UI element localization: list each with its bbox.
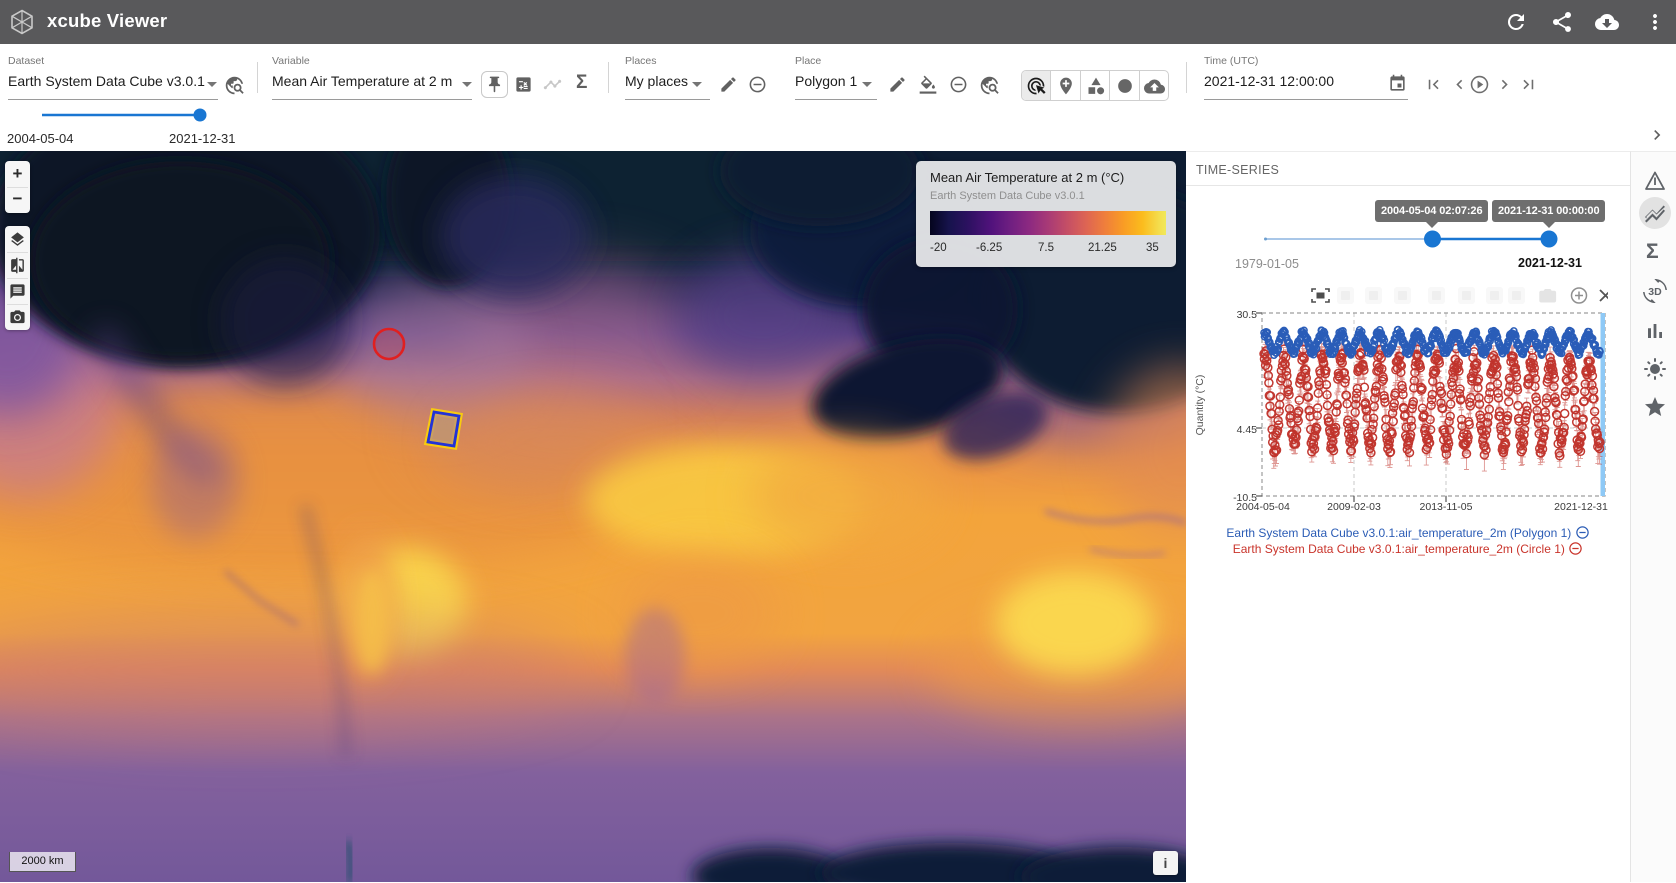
svg-text:3D: 3D [1648, 286, 1662, 298]
svg-text:30.5: 30.5 [1237, 309, 1258, 321]
svg-text:4.45: 4.45 [1237, 424, 1258, 436]
svg-text:2013-11-05: 2013-11-05 [1420, 501, 1473, 513]
svg-text:Quantity (°C): Quantity (°C) [1194, 375, 1206, 436]
svg-text:2021-12-31: 2021-12-31 [1554, 501, 1608, 513]
svg-text:2004-05-04: 2004-05-04 [1236, 501, 1290, 513]
svg-text:2009-02-03: 2009-02-03 [1327, 501, 1381, 513]
